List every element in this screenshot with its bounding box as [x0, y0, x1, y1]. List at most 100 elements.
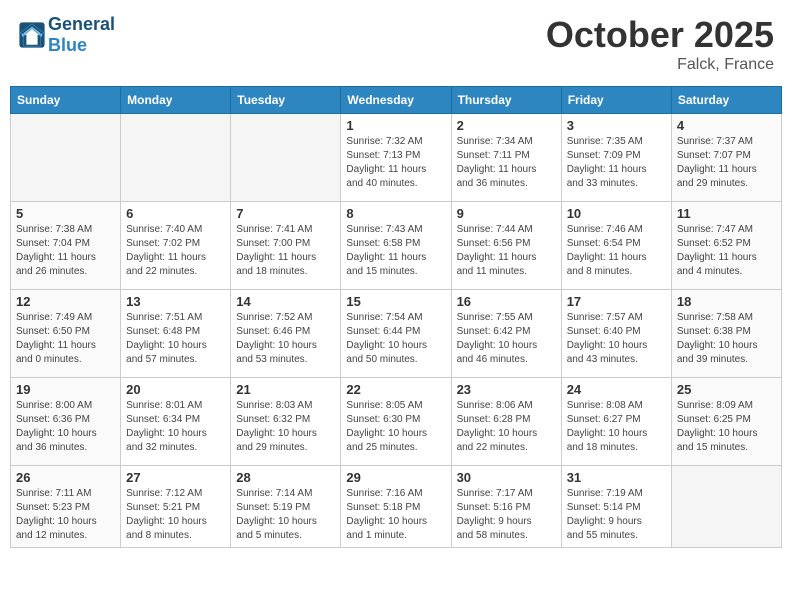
calendar-cell: 24Sunrise: 8:08 AM Sunset: 6:27 PM Dayli…: [561, 378, 671, 466]
day-info: Sunrise: 8:03 AM Sunset: 6:32 PM Dayligh…: [236, 399, 335, 455]
logo-icon: [18, 21, 46, 49]
calendar-cell: 2 Sunrise: 7:34 AM Sunset: 7:11 PM Daylig…: [451, 114, 561, 202]
logo-general: General: [48, 14, 115, 34]
day-info: Sunrise: 7:44 AM Sunset: 6:56 PM Dayligh…: [457, 223, 556, 279]
calendar-cell: 15Sunrise: 7:54 AM Sunset: 6:44 PM Dayli…: [341, 290, 451, 378]
weekday-header: Saturday: [671, 87, 781, 114]
day-number: 20: [126, 382, 225, 397]
day-info: Sunrise: 7:16 AM Sunset: 5:18 PM Dayligh…: [346, 487, 445, 543]
day-number: 14: [236, 294, 335, 309]
calendar-cell: [671, 466, 781, 548]
calendar-cell: [231, 114, 341, 202]
weekday-header: Tuesday: [231, 87, 341, 114]
weekday-header: Wednesday: [341, 87, 451, 114]
day-info: Sunrise: 7:35 AM Sunset: 7:09 PM Dayligh…: [567, 135, 666, 191]
day-number: 9: [457, 206, 556, 221]
calendar-week-row: 1 Sunrise: 7:32 AM Sunset: 7:13 PM Daylig…: [11, 114, 782, 202]
day-info: Sunrise: 7:17 AM Sunset: 5:16 PM Dayligh…: [457, 487, 556, 543]
calendar-week-row: 19 Sunrise: 8:00 AM Sunset: 6:36 PM Dayli…: [11, 378, 782, 466]
day-number: 17: [567, 294, 666, 309]
day-number: 8: [346, 206, 445, 221]
location-title: Falck, France: [546, 56, 774, 74]
weekday-header: Friday: [561, 87, 671, 114]
day-info: Sunrise: 7:57 AM Sunset: 6:40 PM Dayligh…: [567, 311, 666, 367]
day-info: Sunrise: 7:46 AM Sunset: 6:54 PM Dayligh…: [567, 223, 666, 279]
calendar-cell: 12 Sunrise: 7:49 AM Sunset: 6:50 PM Dayli…: [11, 290, 121, 378]
day-number: 10: [567, 206, 666, 221]
day-number: 2: [457, 118, 556, 133]
day-number: 7: [236, 206, 335, 221]
calendar-cell: 28Sunrise: 7:14 AM Sunset: 5:19 PM Dayli…: [231, 466, 341, 548]
day-info: Sunrise: 8:05 AM Sunset: 6:30 PM Dayligh…: [346, 399, 445, 455]
day-number: 31: [567, 470, 666, 485]
day-info: Sunrise: 7:49 AM Sunset: 6:50 PM Dayligh…: [16, 311, 115, 367]
day-number: 29: [346, 470, 445, 485]
day-info: Sunrise: 7:51 AM Sunset: 6:48 PM Dayligh…: [126, 311, 225, 367]
day-number: 6: [126, 206, 225, 221]
day-info: Sunrise: 7:19 AM Sunset: 5:14 PM Dayligh…: [567, 487, 666, 543]
title-area: October 2025 Falck, France: [546, 14, 774, 74]
day-info: Sunrise: 8:00 AM Sunset: 6:36 PM Dayligh…: [16, 399, 115, 455]
day-number: 25: [677, 382, 776, 397]
day-info: Sunrise: 7:37 AM Sunset: 7:07 PM Dayligh…: [677, 135, 776, 191]
calendar-cell: 31 Sunrise: 7:19 AM Sunset: 5:14 PM Dayli…: [561, 466, 671, 548]
day-info: Sunrise: 7:54 AM Sunset: 6:44 PM Dayligh…: [346, 311, 445, 367]
calendar-cell: [121, 114, 231, 202]
month-title: October 2025: [546, 14, 774, 56]
day-number: 13: [126, 294, 225, 309]
day-info: Sunrise: 7:12 AM Sunset: 5:21 PM Dayligh…: [126, 487, 225, 543]
calendar-cell: 26 Sunrise: 7:11 AM Sunset: 5:23 PM Dayli…: [11, 466, 121, 548]
day-number: 30: [457, 470, 556, 485]
calendar-table: SundayMondayTuesdayWednesdayThursdayFrid…: [10, 86, 782, 548]
day-info: Sunrise: 7:14 AM Sunset: 5:19 PM Dayligh…: [236, 487, 335, 543]
day-number: 24: [567, 382, 666, 397]
day-info: Sunrise: 7:43 AM Sunset: 6:58 PM Dayligh…: [346, 223, 445, 279]
calendar-header-row: SundayMondayTuesdayWednesdayThursdayFrid…: [11, 87, 782, 114]
calendar-week-row: 26 Sunrise: 7:11 AM Sunset: 5:23 PM Dayli…: [11, 466, 782, 548]
calendar-cell: 4 Sunrise: 7:37 AM Sunset: 7:07 PM Daylig…: [671, 114, 781, 202]
calendar-week-row: 12 Sunrise: 7:49 AM Sunset: 6:50 PM Dayli…: [11, 290, 782, 378]
day-info: Sunrise: 7:55 AM Sunset: 6:42 PM Dayligh…: [457, 311, 556, 367]
day-info: Sunrise: 8:06 AM Sunset: 6:28 PM Dayligh…: [457, 399, 556, 455]
day-number: 16: [457, 294, 556, 309]
day-info: Sunrise: 7:34 AM Sunset: 7:11 PM Dayligh…: [457, 135, 556, 191]
calendar-cell: 7Sunrise: 7:41 AM Sunset: 7:00 PM Daylig…: [231, 202, 341, 290]
day-info: Sunrise: 7:11 AM Sunset: 5:23 PM Dayligh…: [16, 487, 115, 543]
day-info: Sunrise: 7:32 AM Sunset: 7:13 PM Dayligh…: [346, 135, 445, 191]
calendar-cell: 22 Sunrise: 8:05 AM Sunset: 6:30 PM Dayli…: [341, 378, 451, 466]
calendar-cell: 11Sunrise: 7:47 AM Sunset: 6:52 PM Dayli…: [671, 202, 781, 290]
calendar-cell: 23 Sunrise: 8:06 AM Sunset: 6:28 PM Dayli…: [451, 378, 561, 466]
logo-blue: Blue: [48, 35, 87, 55]
day-number: 1: [346, 118, 445, 133]
day-number: 19: [16, 382, 115, 397]
calendar-week-row: 5 Sunrise: 7:38 AM Sunset: 7:04 PM Daylig…: [11, 202, 782, 290]
day-info: Sunrise: 7:38 AM Sunset: 7:04 PM Dayligh…: [16, 223, 115, 279]
day-number: 4: [677, 118, 776, 133]
weekday-header: Thursday: [451, 87, 561, 114]
weekday-header: Sunday: [11, 87, 121, 114]
calendar-cell: 25 Sunrise: 8:09 AM Sunset: 6:25 PM Dayli…: [671, 378, 781, 466]
day-info: Sunrise: 7:40 AM Sunset: 7:02 PM Dayligh…: [126, 223, 225, 279]
day-number: 26: [16, 470, 115, 485]
calendar-cell: 1 Sunrise: 7:32 AM Sunset: 7:13 PM Daylig…: [341, 114, 451, 202]
calendar-cell: 13 Sunrise: 7:51 AM Sunset: 6:48 PM Dayli…: [121, 290, 231, 378]
calendar-cell: 14Sunrise: 7:52 AM Sunset: 6:46 PM Dayli…: [231, 290, 341, 378]
calendar-cell: 9 Sunrise: 7:44 AM Sunset: 6:56 PM Daylig…: [451, 202, 561, 290]
day-number: 21: [236, 382, 335, 397]
day-number: 27: [126, 470, 225, 485]
calendar-cell: 6 Sunrise: 7:40 AM Sunset: 7:02 PM Daylig…: [121, 202, 231, 290]
day-number: 23: [457, 382, 556, 397]
page-header: General Blue October 2025 Falck, France: [10, 10, 782, 78]
calendar-cell: 16 Sunrise: 7:55 AM Sunset: 6:42 PM Dayli…: [451, 290, 561, 378]
calendar-cell: 21 Sunrise: 8:03 AM Sunset: 6:32 PM Dayli…: [231, 378, 341, 466]
day-number: 5: [16, 206, 115, 221]
day-number: 22: [346, 382, 445, 397]
calendar-cell: 19 Sunrise: 8:00 AM Sunset: 6:36 PM Dayli…: [11, 378, 121, 466]
day-number: 12: [16, 294, 115, 309]
calendar-cell: 17 Sunrise: 7:57 AM Sunset: 6:40 PM Dayli…: [561, 290, 671, 378]
day-number: 18: [677, 294, 776, 309]
calendar-cell: 10 Sunrise: 7:46 AM Sunset: 6:54 PM Dayli…: [561, 202, 671, 290]
calendar-cell: [11, 114, 121, 202]
calendar-cell: 5 Sunrise: 7:38 AM Sunset: 7:04 PM Daylig…: [11, 202, 121, 290]
day-info: Sunrise: 8:09 AM Sunset: 6:25 PM Dayligh…: [677, 399, 776, 455]
